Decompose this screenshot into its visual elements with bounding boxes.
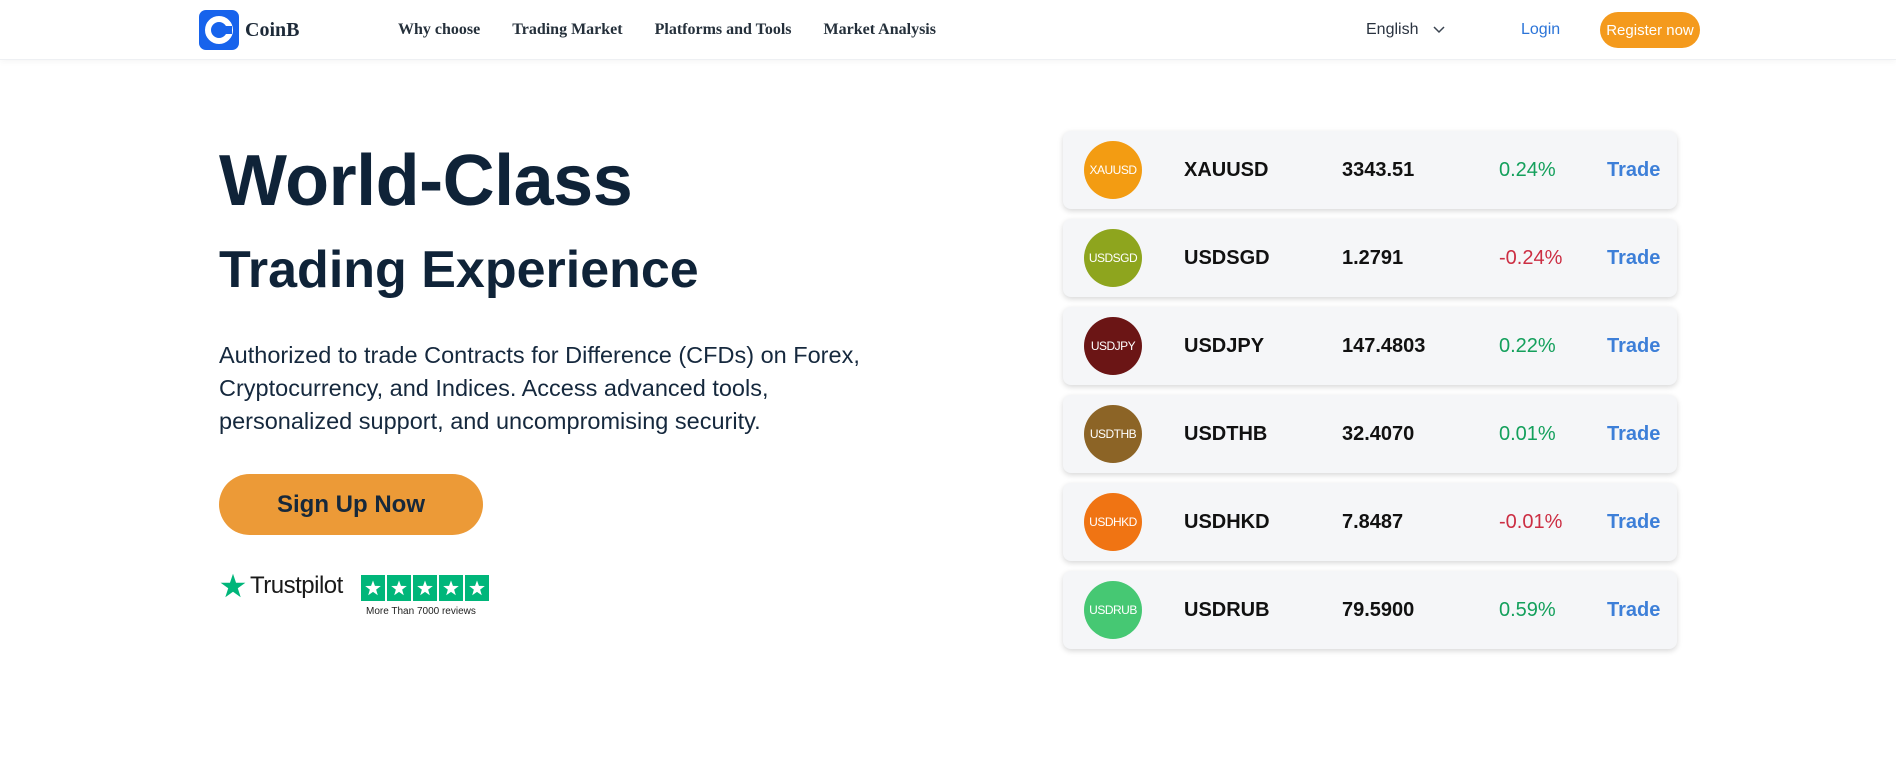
nav-platforms-tools[interactable]: Platforms and Tools (655, 21, 792, 39)
symbol-name: XAUUSD (1184, 158, 1269, 181)
star-icon (361, 575, 385, 601)
trustpilot-brand: Trustpilot (250, 572, 343, 599)
symbol-badge: USDRUB (1084, 581, 1142, 639)
quote-change: 0.22% (1499, 334, 1556, 357)
trade-button[interactable]: Trade (1607, 307, 1660, 385)
coinb-logo-icon (199, 10, 239, 50)
nav-trading-market[interactable]: Trading Market (512, 21, 622, 39)
trustpilot-widget[interactable]: Trustpilot More Than 7000 reviews (219, 572, 489, 617)
trustpilot-rating: More Than 7000 reviews (361, 575, 491, 617)
trade-button[interactable]: Trade (1607, 395, 1660, 473)
hero-title-line2: Trading Experience (219, 241, 699, 299)
symbol-badge: USDSGD (1084, 229, 1142, 287)
quote-price: 7.8487 (1342, 510, 1404, 533)
quote-row: USDTHB USDTHB 32.4070 0.01% Trade (1063, 395, 1677, 473)
quote-row: USDSGD USDSGD 1.2791 -0.24% Trade (1063, 219, 1677, 297)
nav-market-analysis[interactable]: Market Analysis (824, 21, 936, 39)
symbol-name: USDRUB (1184, 598, 1270, 621)
sign-up-button[interactable]: Sign Up Now (219, 474, 483, 535)
quote-price: 1.2791 (1342, 246, 1404, 269)
register-button[interactable]: Register now (1600, 12, 1700, 48)
trustpilot-logo: Trustpilot (219, 572, 343, 600)
symbol-name: USDSGD (1184, 246, 1270, 269)
quote-price: 79.5900 (1342, 598, 1415, 621)
trade-button[interactable]: Trade (1607, 131, 1660, 209)
star-icon (439, 575, 463, 601)
quote-row: USDRUB USDRUB 79.5900 0.59% Trade (1063, 571, 1677, 649)
quote-row: XAUUSD XAUUSD 3343.51 0.24% Trade (1063, 131, 1677, 209)
language-label: English (1366, 21, 1419, 38)
trustpilot-star-icon (220, 573, 246, 598)
quote-row: USDHKD USDHKD 7.8487 -0.01% Trade (1063, 483, 1677, 561)
reviews-count: More Than 7000 reviews (366, 606, 476, 617)
language-selector[interactable]: English (1366, 0, 1446, 60)
top-header: CoinB Why choose Trading Market Platform… (0, 0, 1896, 60)
chevron-down-icon (1432, 23, 1446, 37)
quote-change: 0.24% (1499, 158, 1556, 181)
trade-button[interactable]: Trade (1607, 483, 1660, 561)
quote-change: -0.24% (1499, 246, 1563, 269)
brand-logo[interactable]: CoinB (199, 10, 299, 50)
star-icon (387, 575, 411, 601)
star-icon (465, 575, 489, 601)
brand-name: CoinB (245, 18, 300, 41)
nav-why-choose[interactable]: Why choose (398, 21, 480, 39)
quote-row: USDJPY USDJPY 147.4803 0.22% Trade (1063, 307, 1677, 385)
quote-price: 3343.51 (1342, 158, 1415, 181)
quote-price: 32.4070 (1342, 422, 1415, 445)
rating-stars (361, 575, 491, 601)
star-icon (413, 575, 437, 601)
symbol-name: USDTHB (1184, 422, 1268, 445)
quote-change: -0.01% (1499, 510, 1563, 533)
quote-change: 0.01% (1499, 422, 1556, 445)
trade-button[interactable]: Trade (1607, 571, 1660, 649)
symbol-badge: USDJPY (1084, 317, 1142, 375)
hero-description: Authorized to trade Contracts for Differ… (219, 342, 860, 434)
login-link[interactable]: Login (1521, 0, 1560, 60)
symbol-badge: XAUUSD (1084, 141, 1142, 199)
quote-change: 0.59% (1499, 598, 1556, 621)
trade-button[interactable]: Trade (1607, 219, 1660, 297)
market-quotes-list: XAUUSD XAUUSD 3343.51 0.24% Trade USDSGD… (1063, 131, 1679, 659)
symbol-name: USDJPY (1184, 334, 1265, 357)
quote-price: 147.4803 (1342, 334, 1426, 357)
symbol-badge: USDTHB (1084, 405, 1142, 463)
symbol-badge: USDHKD (1084, 493, 1142, 551)
symbol-name: USDHKD (1184, 510, 1270, 533)
main-nav: Why choose Trading Market Platforms and … (398, 0, 968, 60)
hero-title-line1: World-Class (219, 141, 633, 221)
